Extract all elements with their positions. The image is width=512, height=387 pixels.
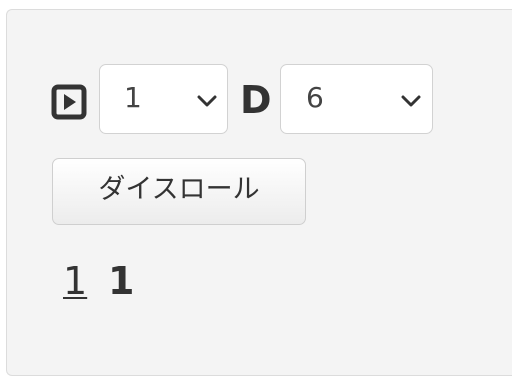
play-icon [51, 84, 87, 120]
chevron-down-icon [401, 95, 421, 107]
roll-result-total: 1 [108, 259, 135, 303]
dice-faces-value: 6 [306, 81, 324, 114]
roll-dice-button[interactable]: ダイスロール [52, 158, 306, 225]
roll-result-detail-link[interactable]: 1 [63, 257, 87, 305]
dice-count-value: 1 [124, 81, 142, 114]
dice-faces-select[interactable]: 6 [280, 64, 433, 134]
dice-count-select[interactable]: 1 [99, 64, 228, 134]
dice-separator-label: D [240, 78, 272, 122]
chevron-down-icon [197, 95, 217, 107]
